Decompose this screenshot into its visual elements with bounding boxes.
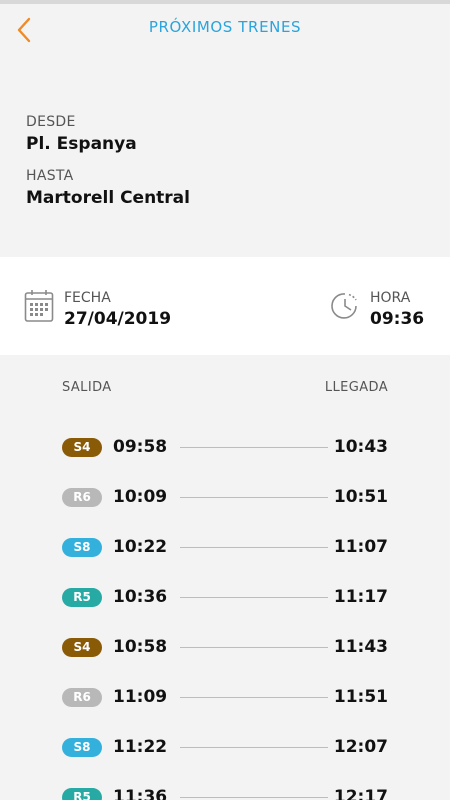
trip-row[interactable]: R6 10:09 10:51: [0, 472, 450, 522]
route-line: [180, 646, 328, 648]
to-label: HASTA: [26, 168, 74, 184]
departure-time: 10:58: [113, 637, 168, 657]
arrival-time: 10:51: [333, 487, 388, 507]
trip-row[interactable]: R5 10:36 11:17: [0, 572, 450, 622]
trip-row[interactable]: R6 11:09 11:51: [0, 672, 450, 722]
line-badge: R5: [62, 787, 102, 800]
line-badge: S4: [62, 637, 102, 657]
trip-row[interactable]: S4 10:58 11:43: [0, 622, 450, 672]
arrival-time: 11:07: [333, 537, 388, 557]
departure-time: 09:58: [113, 437, 168, 457]
route-line: [180, 496, 328, 498]
departure-time: 11:09: [113, 687, 168, 707]
route-info: DESDE Pl. Espanya HASTA Martorell Centra…: [26, 112, 426, 220]
trip-row[interactable]: S8 11:22 12:07: [0, 722, 450, 772]
time-selector[interactable]: HORA 09:36: [330, 289, 424, 331]
departure-time: 11:22: [113, 737, 168, 757]
route-line: [180, 596, 328, 598]
from-station: Pl. Espanya: [26, 134, 137, 154]
date-time-bar: FECHA 27/04/2019 HORA 09:36: [0, 257, 450, 355]
calendar-icon: [24, 290, 54, 322]
line-badge: S4: [62, 437, 102, 457]
from-label: DESDE: [26, 114, 76, 130]
arrival-time: 11:43: [333, 637, 388, 657]
date-label: FECHA: [64, 290, 111, 306]
arrival-time: 11:51: [333, 687, 388, 707]
line-badge: R6: [62, 687, 102, 707]
route-line: [180, 446, 328, 448]
trip-row[interactable]: R5 11:36 12:17: [0, 772, 450, 800]
line-badge: R6: [62, 487, 102, 507]
trip-row[interactable]: S4 09:58 10:43: [0, 422, 450, 472]
arrival-time: 10:43: [333, 437, 388, 457]
line-badge: R5: [62, 587, 102, 607]
arrival-column-header: LLEGADA: [324, 380, 388, 395]
line-badge: S8: [62, 737, 102, 757]
route-line: [180, 546, 328, 548]
arrival-time: 12:17: [333, 787, 388, 800]
departure-time: 10:22: [113, 537, 168, 557]
page-title: PRÓXIMOS TRENES: [148, 18, 302, 36]
departure-time: 10:09: [113, 487, 168, 507]
departure-time: 11:36: [113, 787, 168, 800]
route-line: [180, 796, 328, 798]
route-line: [180, 696, 328, 698]
arrival-time: 12:07: [333, 737, 388, 757]
trip-row[interactable]: S8 10:22 11:07: [0, 522, 450, 572]
date-value: 27/04/2019: [64, 309, 172, 329]
departure-time: 10:36: [113, 587, 168, 607]
route-line: [180, 746, 328, 748]
to-station: Martorell Central: [26, 188, 190, 208]
departure-column-header: SALIDA: [62, 380, 112, 395]
time-label: HORA: [370, 290, 411, 306]
arrival-time: 11:17: [333, 587, 388, 607]
time-value: 09:36: [370, 309, 425, 329]
clock-icon: [331, 293, 357, 319]
line-badge: S8: [62, 537, 102, 557]
date-selector[interactable]: FECHA 27/04/2019: [24, 289, 171, 331]
top-bar: PRÓXIMOS TRENES: [0, 0, 450, 52]
